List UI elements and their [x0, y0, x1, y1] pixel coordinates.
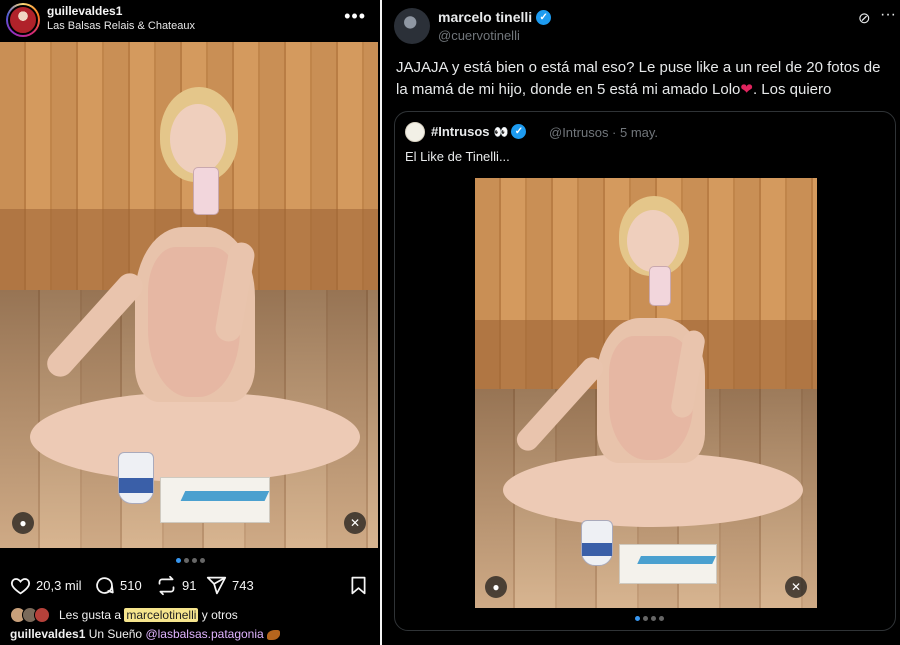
caption-mention[interactable]: @lasbalsas.patagonia	[145, 627, 263, 641]
mate-leaf-icon	[266, 629, 280, 640]
user-tag-icon[interactable]: ●	[12, 512, 34, 534]
verified-badge-icon: ✓	[511, 124, 527, 139]
eyes-emoji: 👀	[493, 124, 509, 139]
liked-by-suffix[interactable]: y otros	[202, 608, 238, 622]
user-tag-icon[interactable]: ●	[485, 576, 507, 598]
verified-badge-icon: ✓	[536, 9, 552, 25]
reposts-count: 91	[182, 577, 197, 593]
like-button[interactable]: 20,3 mil	[10, 574, 82, 596]
carousel-dot	[192, 558, 197, 563]
instagram-post-image[interactable]: ● ✕	[0, 42, 378, 548]
tweet: marcelo tinelli ✓ @cuervotinelli ⊘ ··· J…	[382, 0, 900, 645]
grok-icon[interactable]: ⊘	[858, 9, 871, 27]
carousel-dot	[659, 616, 664, 621]
liker-avatars[interactable]	[10, 606, 56, 624]
comment-icon	[96, 576, 114, 594]
repost-button[interactable]: 91	[156, 574, 196, 596]
quoted-handle-date: @Intrusos · 5 may.	[549, 125, 659, 140]
quoted-media-image[interactable]: ● ✕	[475, 178, 817, 608]
more-horizontal-icon[interactable]: •••	[344, 6, 366, 27]
caption-text: Un Sueño	[88, 627, 143, 641]
mute-icon[interactable]: ✕	[344, 512, 366, 534]
likes-count: 20,3 mil	[36, 577, 82, 593]
comment-button[interactable]: 510	[94, 574, 142, 596]
instagram-location[interactable]: Las Balsas Relais & Chateaux	[47, 20, 195, 32]
heart-icon	[10, 577, 31, 594]
send-icon	[206, 576, 227, 594]
quoted-display-name: #Intrusos	[431, 124, 490, 139]
quoted-author: #Intrusos 👀 ✓	[431, 124, 527, 139]
quoted-text: El Like de Tinelli...	[405, 149, 510, 164]
carousel-dot	[651, 616, 656, 621]
liked-by: Les gusta a marcelotinelli y otros	[10, 606, 380, 624]
liked-by-prefix: Les gusta a	[59, 608, 122, 622]
carousel-dot	[635, 616, 640, 621]
avatar[interactable]	[394, 8, 430, 44]
mute-icon[interactable]: ✕	[785, 576, 807, 598]
carousel-dot	[200, 558, 205, 563]
tweet-display-name[interactable]: marcelo tinelli	[438, 9, 532, 25]
share-button[interactable]: 743	[206, 574, 254, 596]
tweet-text: JAJAJA y está bien o está mal eso? Le pu…	[396, 57, 896, 101]
carousel-indicator	[176, 558, 216, 564]
instagram-username[interactable]: guillevaldes1	[47, 4, 122, 18]
instagram-post-header: guillevaldes1 Las Balsas Relais & Chatea…	[0, 0, 380, 40]
save-button[interactable]	[348, 574, 369, 596]
instagram-post: guillevaldes1 Las Balsas Relais & Chatea…	[0, 0, 380, 645]
avatar	[34, 607, 50, 623]
avatar[interactable]	[6, 3, 40, 37]
tweet-text-end: . Los quiero	[752, 81, 832, 98]
heart-emoji: ❤	[740, 81, 753, 98]
more-horizontal-icon[interactable]: ···	[880, 6, 896, 24]
quoted-tweet[interactable]: #Intrusos 👀 ✓ @Intrusos · 5 may. El Like…	[394, 111, 896, 631]
post-caption: guillevaldes1 Un Sueño @lasbalsas.patago…	[10, 627, 380, 641]
avatar	[405, 122, 425, 142]
comments-count: 510	[120, 577, 142, 593]
carousel-dot	[643, 616, 648, 621]
bookmark-icon	[351, 576, 366, 594]
carousel-indicator	[635, 616, 675, 622]
shares-count: 743	[232, 577, 254, 593]
repost-icon	[158, 575, 175, 595]
carousel-dot	[184, 558, 189, 563]
tweet-handle[interactable]: @cuervotinelli	[438, 28, 520, 43]
tweet-author[interactable]: marcelo tinelli ✓	[438, 9, 552, 25]
caption-username[interactable]: guillevaldes1	[10, 627, 85, 641]
carousel-dot	[176, 558, 181, 563]
liked-by-user[interactable]: marcelotinelli	[124, 608, 199, 622]
instagram-action-bar: 20,3 mil 510 91 743	[10, 574, 370, 596]
